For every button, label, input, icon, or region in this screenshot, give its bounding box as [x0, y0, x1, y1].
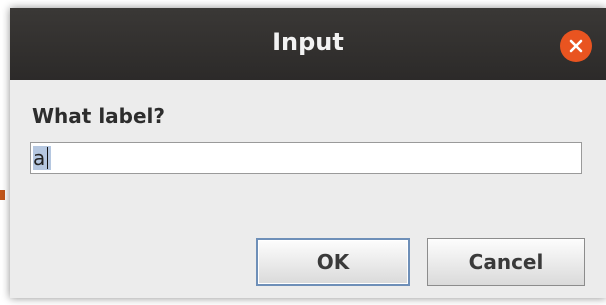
close-icon: [568, 38, 584, 54]
ok-button-label: OK: [316, 250, 350, 274]
label-input[interactable]: [30, 142, 582, 174]
close-button[interactable]: [560, 30, 592, 62]
background-marker: [0, 190, 5, 200]
cancel-button-label: Cancel: [468, 250, 544, 274]
dialog-content: What label? a OK Cancel: [10, 80, 606, 298]
cancel-button[interactable]: Cancel: [427, 238, 585, 286]
ok-button[interactable]: OK: [256, 238, 410, 286]
text-caret: [47, 147, 49, 169]
prompt-label: What label?: [32, 104, 166, 128]
dialog-titlebar[interactable]: Input: [10, 8, 606, 80]
input-dialog: Input What label? a OK Cancel: [10, 8, 606, 298]
input-text-value: a: [33, 146, 46, 170]
dialog-title: Input: [272, 28, 344, 56]
selected-text: a: [33, 146, 52, 170]
